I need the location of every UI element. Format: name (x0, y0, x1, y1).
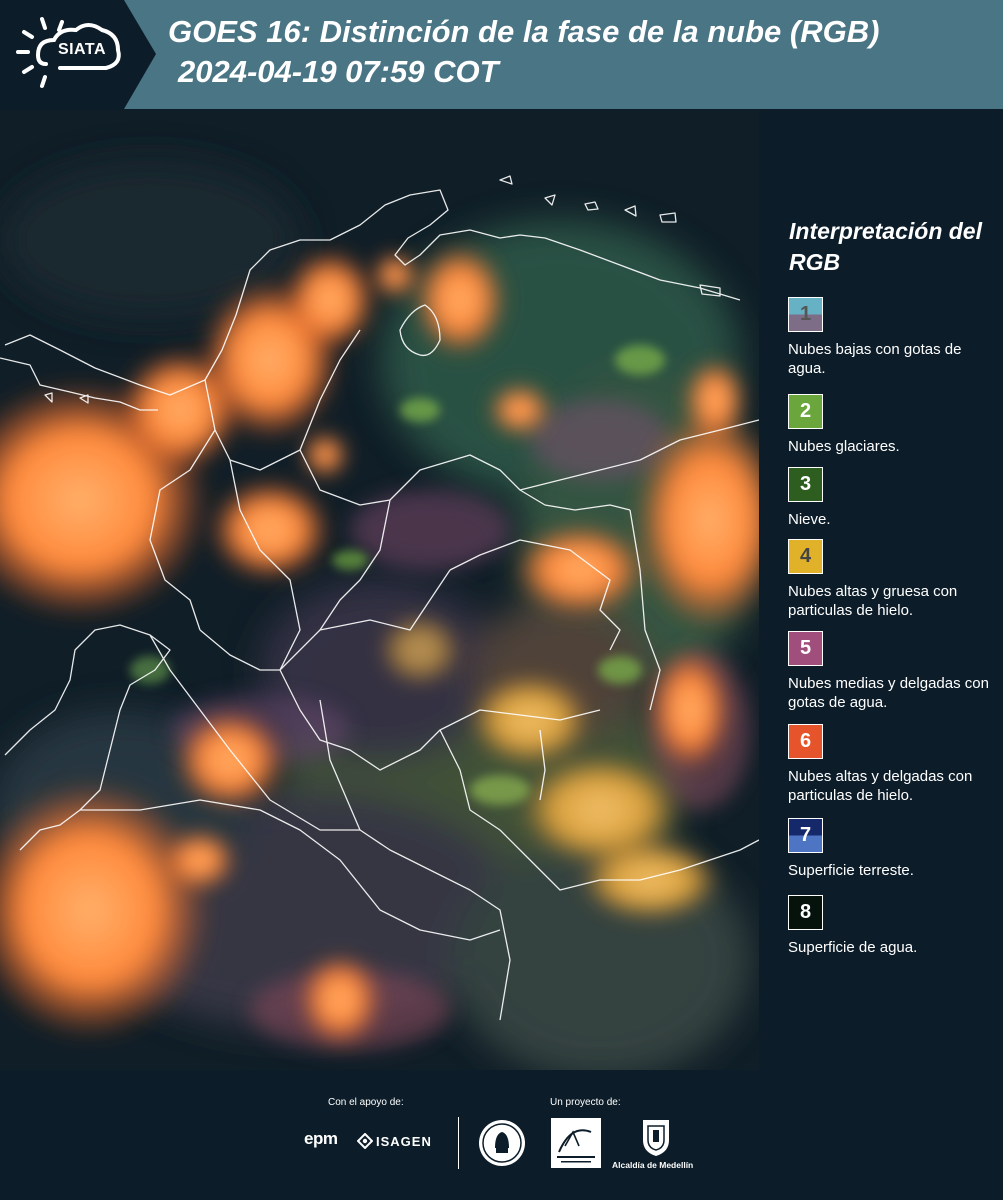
legend-item: 5 Nubes medias y delgadas con gotas de a… (788, 631, 998, 712)
isagen-logo: ISAGEN (376, 1134, 432, 1149)
support-label: Con el apoyo de: (328, 1097, 404, 1108)
legend-number: 2 (799, 400, 812, 422)
legend-swatch: 8 (788, 895, 823, 930)
page-title: GOES 16: Distinción de la fase de la nub… (168, 14, 880, 49)
satellite-map (0, 110, 759, 1070)
antioquia-seal-icon (477, 1118, 527, 1173)
logo-text: SIATA (57, 41, 107, 58)
alcaldia-label: Alcaldía de Medellín (612, 1160, 694, 1170)
legend-item: 6 Nubes altas y delgadas con particulas … (788, 724, 998, 805)
page-timestamp: 2024-04-19 07:59 COT (178, 54, 499, 89)
legend-label: Superficie terreste. (788, 862, 914, 879)
legend-swatch: 3 (788, 467, 823, 502)
legend-number: 3 (799, 473, 812, 495)
siata-logo: SIATA (0, 0, 158, 109)
legend-item: 4 Nubes altas y gruesa con particulas de… (788, 539, 998, 620)
legend-swatch: 6 (788, 724, 823, 759)
legend-swatch: 4 (788, 539, 823, 574)
legend-item: 8 Superficie de agua. (788, 895, 998, 957)
legend-number: 1 (799, 303, 812, 325)
legend-number: 4 (799, 545, 812, 567)
isagen-icon (356, 1132, 374, 1154)
legend-item: 2 Nubes glaciares. (788, 394, 998, 456)
legend-number: 6 (799, 730, 812, 752)
legend-label: Nubes medias y delgadas con gotas de agu… (788, 675, 989, 711)
legend-item: 3 Nieve. (788, 467, 998, 529)
area-metropolitana-logo (551, 1118, 601, 1173)
legend-panel: Interpretación del RGB 1 Nubes bajas con… (759, 110, 1003, 1070)
footer: Con el apoyo de: Un proyecto de: epm ISA… (0, 1070, 1003, 1200)
legend-item: 7 Superficie terreste. (788, 818, 998, 880)
legend-number: 7 (799, 824, 812, 846)
alcaldia-medellin-shield-icon (641, 1118, 671, 1163)
legend-number: 5 (799, 637, 812, 659)
header-banner: SIATA GOES 16: Distinción de la fase de … (0, 0, 1003, 109)
legend-label: Nubes altas y delgadas con particulas de… (788, 768, 973, 804)
legend-swatch: 1 (788, 297, 823, 332)
legend-title: Interpretación del RGB (789, 218, 982, 275)
legend-label: Nubes altas y gruesa con particulas de h… (788, 583, 958, 619)
epm-logo: epm (304, 1129, 338, 1148)
legend-swatch: 2 (788, 394, 823, 429)
footer-divider (458, 1117, 459, 1169)
legend-swatch: 5 (788, 631, 823, 666)
legend-label: Nubes glaciares. (788, 438, 900, 455)
legend-label: Superficie de agua. (788, 939, 918, 956)
project-label: Un proyecto de: (550, 1097, 621, 1108)
legend-number: 8 (799, 901, 812, 923)
legend-item: 1 Nubes bajas con gotas de agua. (788, 297, 998, 378)
legend-swatch: 7 (788, 818, 823, 853)
legend-label: Nieve. (788, 511, 831, 528)
legend-label: Nubes bajas con gotas de agua. (788, 341, 962, 377)
